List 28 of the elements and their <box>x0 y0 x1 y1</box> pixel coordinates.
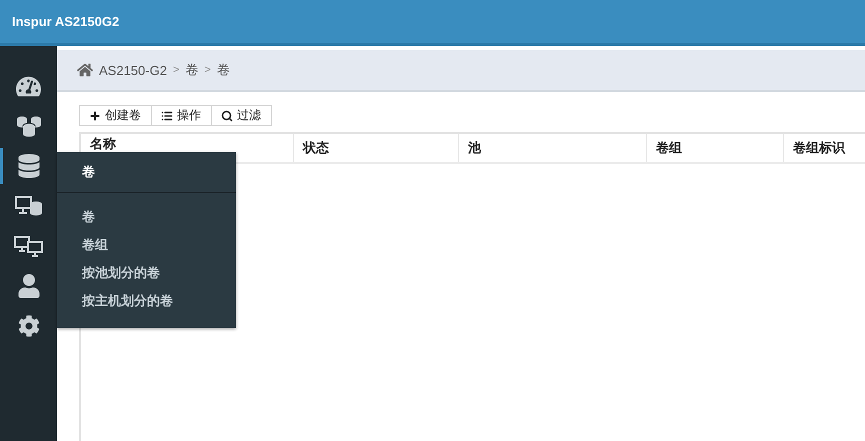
menu-item[interactable]: 按池划分的卷 <box>57 259 236 287</box>
monitor-database-icon <box>14 195 42 217</box>
menu-item[interactable]: 卷 <box>57 203 236 231</box>
database-icon <box>16 154 40 178</box>
breadcrumb-link[interactable]: 卷 <box>216 61 230 79</box>
settings-icon <box>18 315 40 337</box>
plus-icon <box>89 110 101 122</box>
app-title: Inspur AS2150G2 <box>12 14 120 29</box>
home-icon[interactable] <box>77 62 93 78</box>
menu-item[interactable]: 卷组 <box>57 231 236 259</box>
breadcrumb-separator: > <box>204 64 211 76</box>
databases-icon <box>16 115 42 137</box>
search-icon <box>221 110 233 122</box>
user-icon <box>16 274 40 298</box>
column-header[interactable]: 卷组 <box>646 134 783 162</box>
breadcrumb-separator: > <box>172 64 180 76</box>
column-header[interactable]: 池 <box>458 134 646 162</box>
column-header[interactable]: 状态 <box>293 134 458 162</box>
list-icon <box>161 110 173 122</box>
add-button[interactable]: 创建卷 <box>79 105 152 126</box>
search-button[interactable]: 过滤 <box>211 105 272 126</box>
breadcrumb-link[interactable]: AS2150-G2 <box>99 62 167 78</box>
monitors-icon <box>14 235 44 257</box>
menu-title: 卷 <box>57 152 236 193</box>
column-header[interactable]: 卷组标识 <box>783 134 865 162</box>
menu-item[interactable]: 按主机划分的卷 <box>57 287 236 315</box>
list-button[interactable]: 操作 <box>151 105 212 126</box>
breadcrumb-link[interactable]: 卷 <box>185 61 198 79</box>
